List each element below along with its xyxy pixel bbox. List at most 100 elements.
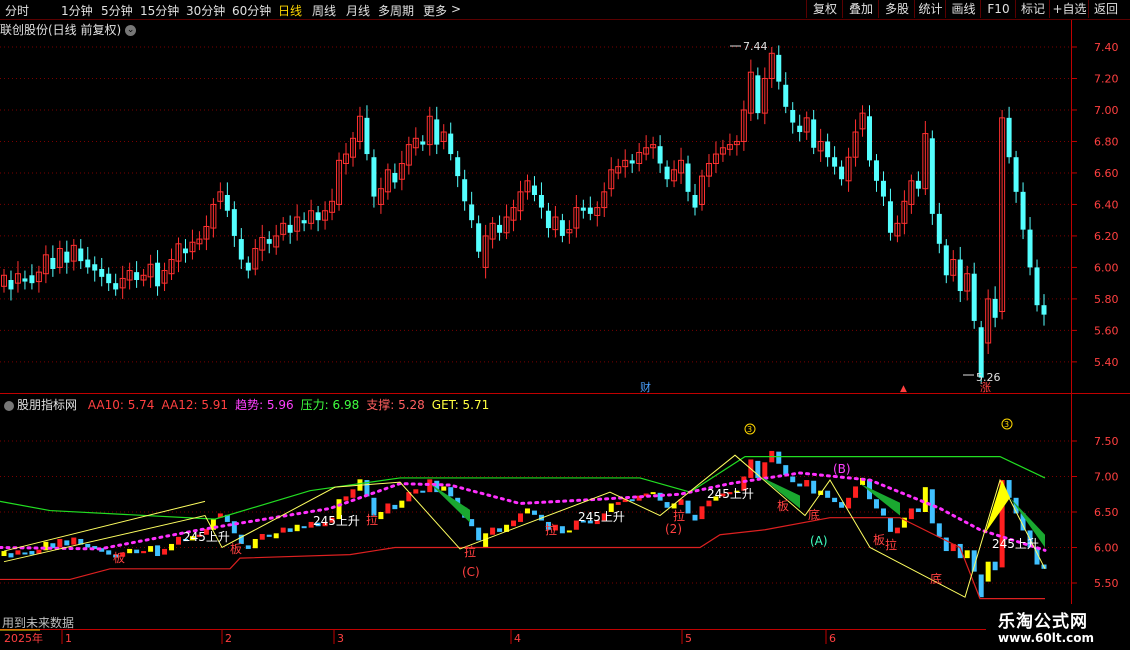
ind-candle [217,513,223,518]
candle-body-up [119,277,126,289]
ind-candle [78,538,84,545]
candle-body-down [371,157,377,197]
indicator-annotation: 拉 [464,544,476,559]
ind-candle [867,479,873,500]
ind-candle [559,526,565,534]
indicator-annotation: 拉 [545,522,557,537]
ind-candle [880,508,886,516]
chevron-right-icon[interactable]: > [451,2,461,16]
ind-candle [322,521,328,527]
support-line [0,517,1045,600]
ind-candle [455,497,461,507]
indicator-value-3: 压力: 6.98 [300,398,360,412]
back-button[interactable]: 返回 [1088,0,1123,18]
ind-candle [71,537,77,545]
multi-stock-button[interactable]: 多股 [878,0,915,18]
ind-candle [636,495,642,501]
indicator-value-4: 支撑: 5.28 [366,398,425,412]
indicator-value-1: AA12: 5.91 [161,398,229,412]
ind-candle [950,543,956,552]
candle-body-up [273,235,280,248]
f10-button[interactable]: F10 [980,0,1016,18]
yellow-wedge [985,480,1010,534]
watermark-logo: 乐淘公式网 www.60lt.com [986,604,1130,650]
ind-candle [566,530,572,533]
statistics-button[interactable]: 统计 [914,0,946,18]
candle-body-down [839,166,845,180]
candle-body-up [747,71,754,114]
candle-body-down [420,141,426,145]
ind-candle [294,524,300,532]
ind-candle [182,538,188,542]
tab-more[interactable]: 更多 [423,2,447,19]
candle-body-up [161,270,168,284]
tab-1min[interactable]: 1分钟 [61,2,93,19]
candle-body-down [664,166,670,180]
ind-candle [615,502,621,505]
ind-candle [685,500,691,514]
ind-candle [315,522,321,527]
candle-body-up [608,169,615,190]
tab-daily[interactable]: 日线 [278,2,302,19]
price-tick-label: 5.60 [1094,324,1119,337]
low-price-label: 5.26 [976,371,1001,384]
watermark-line1: 乐淘公式网 [998,612,1088,632]
ind-candle [120,552,126,557]
ind-candle [259,534,265,540]
ind-candle [846,497,852,509]
candle-body-down [587,207,593,214]
mark-button[interactable]: 标记 [1015,0,1050,18]
candle-body-down [99,268,105,277]
ind-candle [371,497,377,516]
add-watchlist-button[interactable]: +自选 [1049,0,1089,18]
indicator-menu-icon[interactable] [4,400,14,411]
price-tick-label: 6.60 [1094,167,1119,180]
candle-body-down [469,204,475,221]
stock-title[interactable]: 联创股份(日线 前复权) ⌄ [0,21,137,38]
indicator-name[interactable]: 股朋指标网 [17,398,77,412]
tab-30min[interactable]: 30分钟 [186,2,225,19]
chevron-down-icon[interactable]: ⌄ [125,25,137,36]
ind-candle [469,519,475,527]
draw-line-button[interactable]: 画线 [945,0,981,18]
tab-weekly[interactable]: 周线 [312,2,336,19]
ind-candle [196,534,202,537]
kline-chart[interactable]: 7.40 7.20 7.00 6.80 6.60 6.40 6.20 6.00 5.80 5.60… [0,0,1130,650]
ind-candle [755,460,761,478]
candle-body-up [950,259,957,276]
ind-candle [538,514,544,521]
candle-body-down [531,185,537,195]
limit-up-marker: 涨 [980,381,991,394]
ind-candle [336,499,342,520]
ind-candle [22,552,28,555]
ind-candle [706,500,712,507]
tab-intraday[interactable]: 分时 [5,2,29,19]
candle-body-down [1013,157,1019,192]
candle-body-up [985,298,992,344]
tab-15min[interactable]: 15分钟 [140,2,179,19]
ind-candle [148,546,154,552]
candle-body-up [329,200,336,213]
overlay-button[interactable]: 叠加 [842,0,879,18]
ind-candle [713,496,719,501]
tab-monthly[interactable]: 月线 [346,2,370,19]
candle-body-up [336,159,343,205]
candle-body-down [64,251,70,263]
candle-body-down [1034,267,1040,306]
adjust-button[interactable]: 复权 [806,0,843,18]
indicator-annotation: 拉 [366,512,378,527]
candle-body-up [503,216,510,234]
tab-5min[interactable]: 5分钟 [101,2,133,19]
candle-body-up [252,248,259,270]
ind-candle [1,551,7,557]
ind-candle [832,497,838,503]
tab-multi-period[interactable]: 多周期 [378,2,414,19]
ind-candle [266,534,272,537]
ind-candle [273,533,279,539]
ind-candle [839,502,845,508]
ind-candle [650,492,656,495]
tab-60min[interactable]: 60分钟 [232,2,271,19]
candle-body-up [196,238,203,245]
ind-candle [580,520,586,523]
indicator-annotation: (2) [665,522,682,536]
